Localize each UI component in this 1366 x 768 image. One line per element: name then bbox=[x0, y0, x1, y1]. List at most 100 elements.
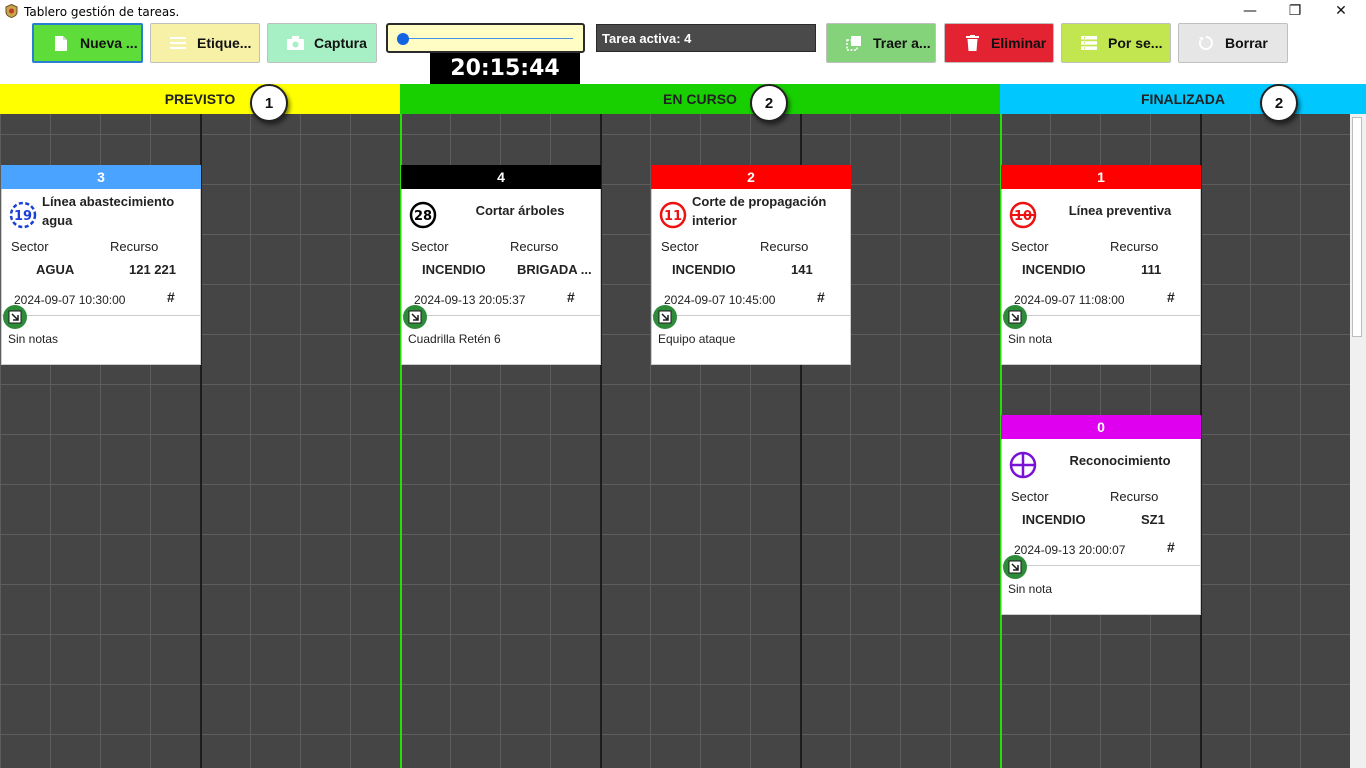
card-note[interactable]: Sin nota bbox=[1001, 315, 1201, 365]
new-task-label: Nueva ... bbox=[80, 35, 138, 51]
toolbar: Nueva ... Etique... Captura 20:15:44 Tar… bbox=[0, 22, 1366, 84]
edit-note-button[interactable] bbox=[403, 305, 427, 329]
circle-19-icon: 19 bbox=[9, 201, 37, 229]
card-body: 10 Línea preventiva Sector Recurso INCEN… bbox=[1001, 189, 1201, 315]
clear-button[interactable]: Borrar bbox=[1178, 23, 1288, 63]
card-date: 2024-09-07 10:45:00 bbox=[664, 293, 776, 307]
bring-to-front-label: Traer a... bbox=[873, 35, 931, 51]
sector-label: Sector bbox=[411, 239, 449, 254]
resource-value: SZ1 bbox=[1141, 512, 1165, 527]
scrollbar-thumb[interactable] bbox=[1352, 117, 1362, 337]
card-body: 28 Cortar árboles Sector Recurso INCENDI… bbox=[401, 189, 601, 315]
slider-thumb[interactable] bbox=[397, 33, 409, 45]
slider-track bbox=[398, 38, 573, 39]
card-body: Reconocimiento Sector Recurso INCENDIO S… bbox=[1001, 439, 1201, 565]
resource-label: Recurso bbox=[1110, 489, 1159, 504]
card-id-header[interactable]: 2 bbox=[651, 165, 851, 189]
sector-value: INCENDIO bbox=[1022, 262, 1086, 277]
svg-text:28: 28 bbox=[414, 209, 432, 224]
new-document-icon bbox=[52, 34, 70, 52]
column-count-badge-finalizada: 2 bbox=[1260, 84, 1298, 122]
list-icon bbox=[1080, 34, 1098, 52]
hash-button[interactable]: # bbox=[567, 289, 575, 305]
edit-note-button[interactable] bbox=[3, 305, 27, 329]
title-bar: Tablero gestión de tareas. — ❐ ✕ bbox=[0, 0, 1366, 22]
resource-label: Recurso bbox=[510, 239, 559, 254]
resource-value: 141 bbox=[791, 262, 813, 277]
card-note[interactable]: Sin nota bbox=[1001, 565, 1201, 615]
close-button[interactable]: ✕ bbox=[1318, 0, 1364, 22]
note-edit-icon bbox=[408, 310, 422, 324]
card-note[interactable]: Equipo ataque bbox=[651, 315, 851, 365]
resource-value: BRIGADA ... bbox=[517, 262, 592, 277]
kanban-board: PREVISTO EN CURSO FINALIZADA 1 2 2 3 19 … bbox=[0, 84, 1366, 768]
sector-value: AGUA bbox=[36, 262, 75, 277]
labels-button[interactable]: Etique... bbox=[150, 23, 260, 63]
circle-28-icon: 28 bbox=[409, 201, 437, 229]
clear-label: Borrar bbox=[1225, 35, 1268, 51]
task-card[interactable]: 4 28 Cortar árboles Sector Recurso INCEN… bbox=[401, 165, 601, 365]
window-title: Tablero gestión de tareas. bbox=[24, 5, 180, 19]
capture-button[interactable]: Captura bbox=[267, 23, 377, 63]
card-body: 19 Línea abastecimiento agua Sector Recu… bbox=[1, 189, 201, 315]
sector-value: INCENDIO bbox=[672, 262, 736, 277]
resource-label: Recurso bbox=[760, 239, 809, 254]
column-header-finalizada: FINALIZADA bbox=[1000, 84, 1366, 114]
column-count-badge-en-curso: 2 bbox=[750, 84, 788, 122]
task-card[interactable]: 2 11 Corte de propagación interior Secto… bbox=[651, 165, 851, 365]
bring-to-front-button[interactable]: Traer a... bbox=[826, 23, 936, 63]
column-title-previsto: PREVISTO bbox=[164, 91, 236, 107]
edit-note-button[interactable] bbox=[653, 305, 677, 329]
minimize-button[interactable]: — bbox=[1227, 0, 1273, 22]
note-edit-icon bbox=[658, 310, 672, 324]
svg-text:10: 10 bbox=[1014, 209, 1032, 224]
card-title: Cortar árboles bbox=[475, 203, 565, 218]
sector-value: INCENDIO bbox=[1022, 512, 1086, 527]
new-task-button[interactable]: Nueva ... bbox=[32, 23, 143, 63]
card-title: Línea preventiva bbox=[1068, 203, 1172, 218]
resource-label: Recurso bbox=[1110, 239, 1159, 254]
edit-note-button[interactable] bbox=[1003, 305, 1027, 329]
camera-icon bbox=[286, 34, 304, 52]
trash-icon bbox=[963, 34, 981, 52]
delete-button[interactable]: Eliminar bbox=[944, 23, 1054, 63]
hash-button[interactable]: # bbox=[1167, 289, 1175, 305]
sector-value: INCENDIO bbox=[422, 262, 486, 277]
card-title: Reconocimiento bbox=[1069, 453, 1171, 468]
sort-button[interactable]: Por se... bbox=[1061, 23, 1171, 63]
note-edit-icon bbox=[8, 310, 22, 324]
card-note[interactable]: Sin notas bbox=[1, 315, 201, 365]
task-card[interactable]: 3 19 Línea abastecimiento agua Sector Re… bbox=[1, 165, 201, 365]
clock-display: 20:15:44 bbox=[430, 53, 580, 84]
resource-value: 121 221 bbox=[129, 262, 176, 277]
column-title-en-curso: EN CURSO bbox=[663, 91, 737, 107]
column-header-previsto: PREVISTO bbox=[0, 84, 400, 114]
card-id-header[interactable]: 3 bbox=[1, 165, 201, 189]
sort-label: Por se... bbox=[1108, 35, 1163, 51]
hash-button[interactable]: # bbox=[817, 289, 825, 305]
column-title-finalizada: FINALIZADA bbox=[1141, 91, 1225, 107]
sector-label: Sector bbox=[11, 239, 49, 254]
sector-label: Sector bbox=[1011, 489, 1049, 504]
crosshair-circle-icon bbox=[1009, 451, 1037, 479]
resource-label: Recurso bbox=[110, 239, 159, 254]
card-id-header[interactable]: 4 bbox=[401, 165, 601, 189]
svg-text:19: 19 bbox=[14, 209, 32, 224]
vertical-scrollbar[interactable] bbox=[1350, 114, 1366, 768]
hash-button[interactable]: # bbox=[167, 289, 175, 305]
card-id-header[interactable]: 0 bbox=[1001, 415, 1201, 439]
app-logo-icon bbox=[5, 4, 18, 18]
sector-label: Sector bbox=[661, 239, 699, 254]
restore-button[interactable]: ❐ bbox=[1272, 0, 1318, 22]
note-edit-icon bbox=[1008, 560, 1022, 574]
hash-button[interactable]: # bbox=[1167, 539, 1175, 555]
card-note[interactable]: Cuadrilla Retén 6 bbox=[401, 315, 601, 365]
card-date: 2024-09-07 11:08:00 bbox=[1014, 293, 1125, 307]
time-slider[interactable] bbox=[386, 23, 585, 53]
task-card[interactable]: 1 10 Línea preventiva Sector Recurso INC… bbox=[1001, 165, 1201, 365]
card-title: Línea abastecimiento agua bbox=[42, 194, 175, 228]
sector-label: Sector bbox=[1011, 239, 1049, 254]
edit-note-button[interactable] bbox=[1003, 555, 1027, 579]
task-card[interactable]: 0 Reconocimiento Sector Recurso INCENDIO… bbox=[1001, 415, 1201, 615]
card-id-header[interactable]: 1 bbox=[1001, 165, 1201, 189]
